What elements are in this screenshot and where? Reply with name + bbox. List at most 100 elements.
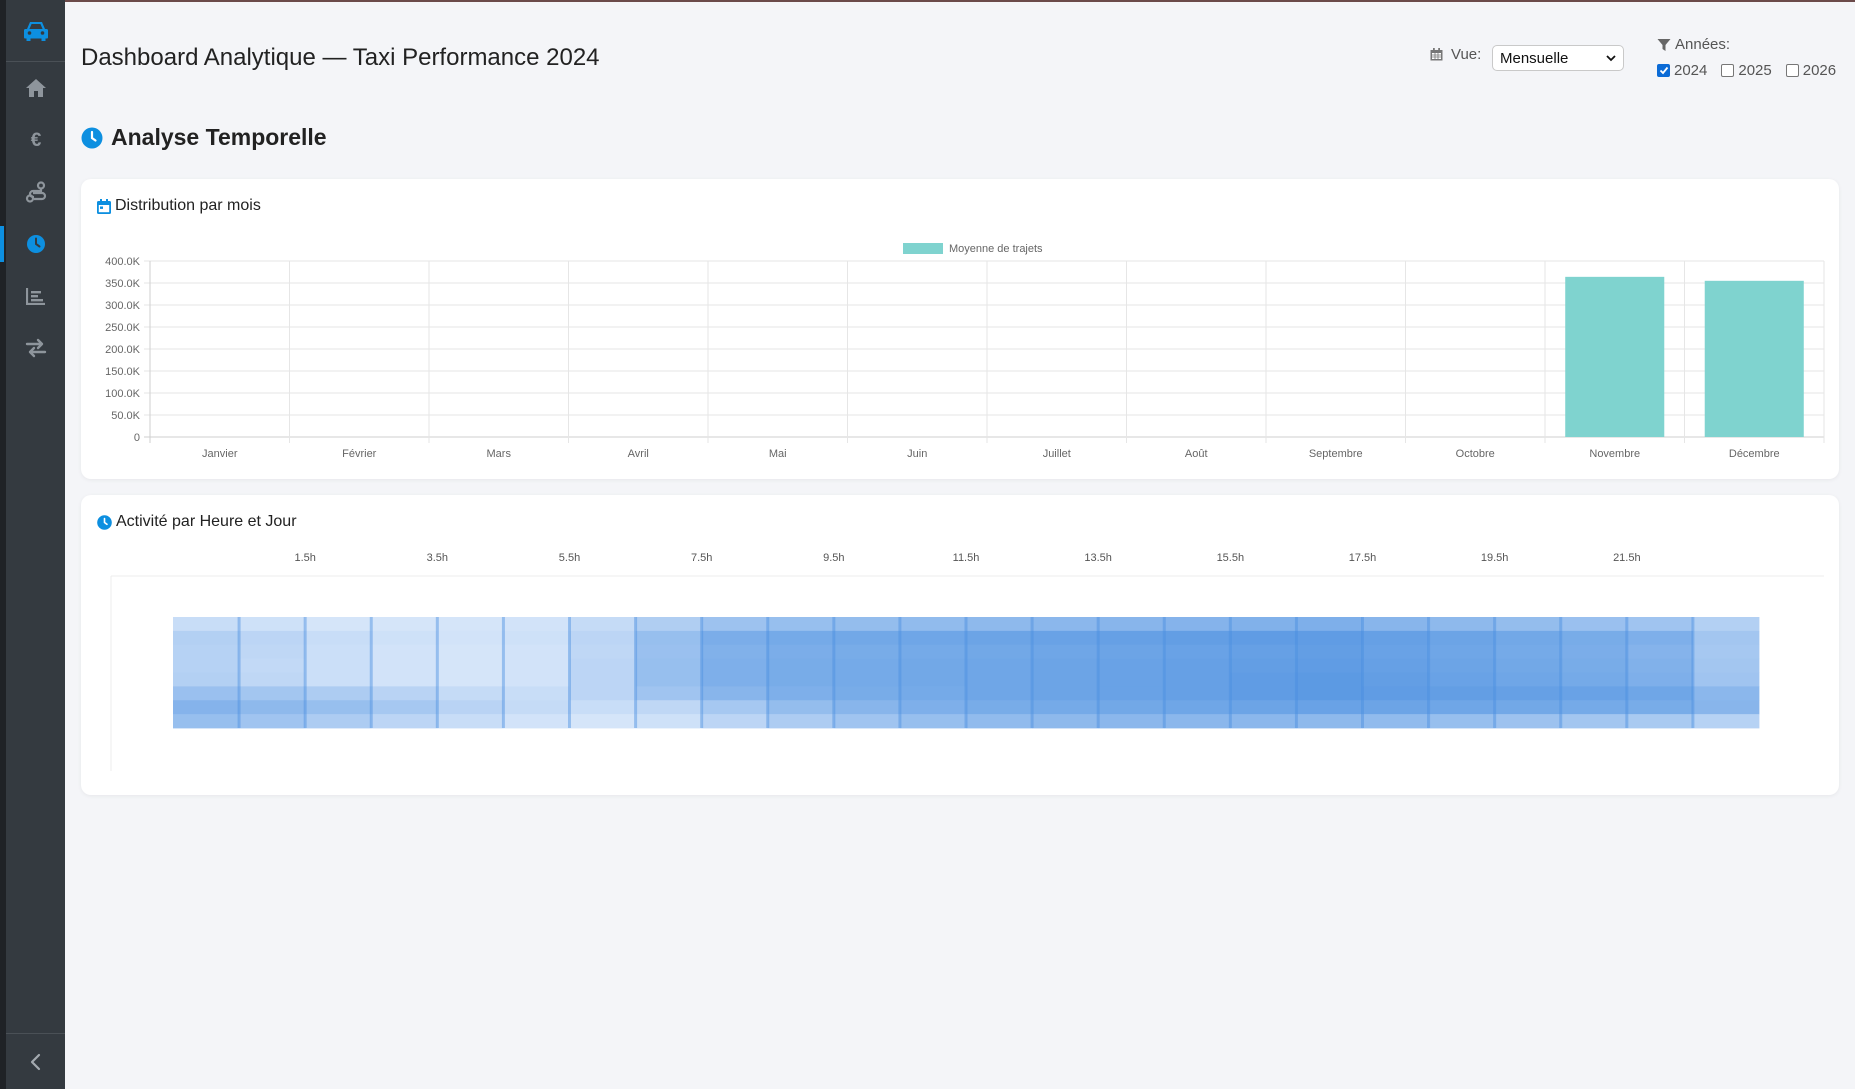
section-title-text: Analyse Temporelle	[111, 124, 327, 150]
sidebar-item-statistics[interactable]	[6, 270, 65, 322]
heatmap-cell	[701, 644, 769, 660]
heatmap-cell	[899, 672, 967, 687]
year-option-2024[interactable]: 2024	[1657, 62, 1707, 79]
year-option-2025[interactable]: 2025	[1721, 62, 1772, 79]
y-tick-label: 0	[134, 432, 140, 444]
monthly-bar-chart: Moyenne de trajets 0 50.0K 100.0K 150.0K 200.…	[105, 243, 1825, 460]
y-tick-label: 250.0K	[105, 322, 141, 334]
heatmap-cell	[899, 630, 967, 646]
heatmap-cell	[1362, 686, 1429, 701]
heatmap-cell	[701, 672, 769, 687]
heatmap-cell	[1230, 617, 1297, 632]
heatmap-cell	[503, 617, 570, 632]
heatmap-cell	[1230, 658, 1297, 673]
heatmap-cell	[173, 630, 240, 646]
legend-swatch	[903, 243, 943, 254]
heatmap-cell	[1032, 658, 1099, 673]
heatmap-cell	[1362, 700, 1429, 715]
x-tick-label: 17.5h	[1349, 552, 1377, 564]
heatmap-cell	[1164, 672, 1231, 687]
heatmap-cell	[1494, 700, 1562, 715]
heatmap-cell	[635, 686, 703, 701]
check-icon	[1659, 66, 1668, 75]
heatmap-cell	[1032, 686, 1099, 701]
heatmap-cell	[569, 644, 636, 660]
heatmap-cell	[305, 617, 372, 632]
heatmap-cell	[966, 644, 1033, 660]
heatmap-cell	[1626, 630, 1694, 646]
euro-icon: €	[30, 130, 41, 150]
years-label-text: Années:	[1675, 36, 1731, 53]
heatmap-cell	[1296, 672, 1363, 687]
heatmap-cell	[1032, 644, 1099, 660]
heatmap-cell	[305, 644, 372, 660]
sidebar-item-temporal[interactable]	[0, 218, 65, 270]
heatmap-cell	[437, 714, 504, 729]
vue-select-value: Mensuelle	[1500, 49, 1569, 67]
heatmap-cell	[437, 672, 504, 687]
heatmap-cell	[1362, 672, 1429, 687]
sidebar-item-revenue[interactable]: €	[6, 114, 65, 166]
heatmap-cell	[1164, 714, 1231, 729]
heatmap-cell	[1230, 700, 1297, 715]
heatmap-cell	[701, 686, 769, 701]
sidebar-logo[interactable]	[6, 0, 65, 62]
x-tick-label: Août	[1185, 448, 1208, 460]
heatmap-cell	[239, 714, 306, 729]
sidebar-item-routes[interactable]	[6, 166, 65, 218]
heatmap-cell	[173, 714, 240, 729]
heatmap-cell	[1296, 630, 1363, 646]
x-tick-label: 7.5h	[691, 552, 712, 564]
heatmap-cell	[833, 700, 901, 715]
sidebar-item-compare[interactable]	[6, 322, 65, 374]
heatmap-cell	[1296, 617, 1363, 632]
heatmap-cell	[833, 672, 901, 687]
heatmap-cell	[1428, 700, 1496, 715]
heatmap-cell	[899, 644, 967, 660]
heatmap-cell	[635, 700, 703, 715]
heatmap-cell	[767, 672, 835, 687]
heatmap-cell	[1560, 630, 1628, 646]
heatmap-cell	[635, 714, 703, 729]
heatmap-cell	[1692, 686, 1760, 701]
heatmap-cell	[1098, 617, 1165, 632]
heatmap-cell	[635, 658, 703, 673]
heatmap-cell	[1164, 617, 1231, 632]
home-icon	[25, 79, 46, 97]
clock-icon	[81, 127, 103, 148]
heatmap-cell	[899, 658, 967, 673]
heatmap-cell	[173, 644, 240, 660]
legend-label: Moyenne de trajets	[949, 243, 1043, 255]
x-tick-label: 15.5h	[1217, 552, 1245, 564]
year-label-2026: 2026	[1802, 62, 1837, 79]
year-checkbox-2026[interactable]	[1785, 64, 1799, 77]
x-tick-label: Octobre	[1456, 448, 1495, 460]
heatmap-cell	[701, 630, 769, 646]
heatmap-cell	[1626, 700, 1694, 715]
heatmap-cell	[1692, 658, 1760, 673]
heatmap-cell	[1494, 658, 1562, 673]
heatmap-cell	[833, 617, 901, 632]
year-checkbox-2025[interactable]	[1721, 64, 1735, 77]
heatmap-cell	[1692, 672, 1760, 687]
heatmap-cell	[1626, 672, 1694, 687]
heatmap-cell	[1296, 686, 1363, 701]
heatmap-cell	[1560, 617, 1628, 632]
main-content: Dashboard Analytique — Taxi Performance …	[65, 0, 1855, 1089]
year-option-2026[interactable]: 2026	[1785, 62, 1837, 79]
vue-select[interactable]: Mensuelle	[1492, 45, 1624, 71]
hourly-heatmap-card: Activité par Heure et Jour 1.5h 3.5h 5.5h 7…	[81, 495, 1839, 795]
heatmap-cell	[239, 617, 306, 632]
heatmap-cell	[1032, 714, 1099, 729]
year-checkbox-2024[interactable]	[1657, 64, 1670, 77]
heatmap-cell	[1428, 644, 1496, 660]
sidebar-item-home[interactable]	[6, 62, 65, 114]
heatmap-cell	[1494, 714, 1562, 729]
sidebar-collapse-button[interactable]	[6, 1033, 65, 1089]
heatmap-cell	[1692, 644, 1760, 660]
heatmap-cell	[1692, 630, 1760, 646]
svg-text:€: €	[30, 130, 41, 150]
heatmap-cell	[1230, 714, 1297, 729]
y-tick-label: 400.0K	[105, 256, 141, 268]
heatmap-cell	[1098, 672, 1165, 687]
